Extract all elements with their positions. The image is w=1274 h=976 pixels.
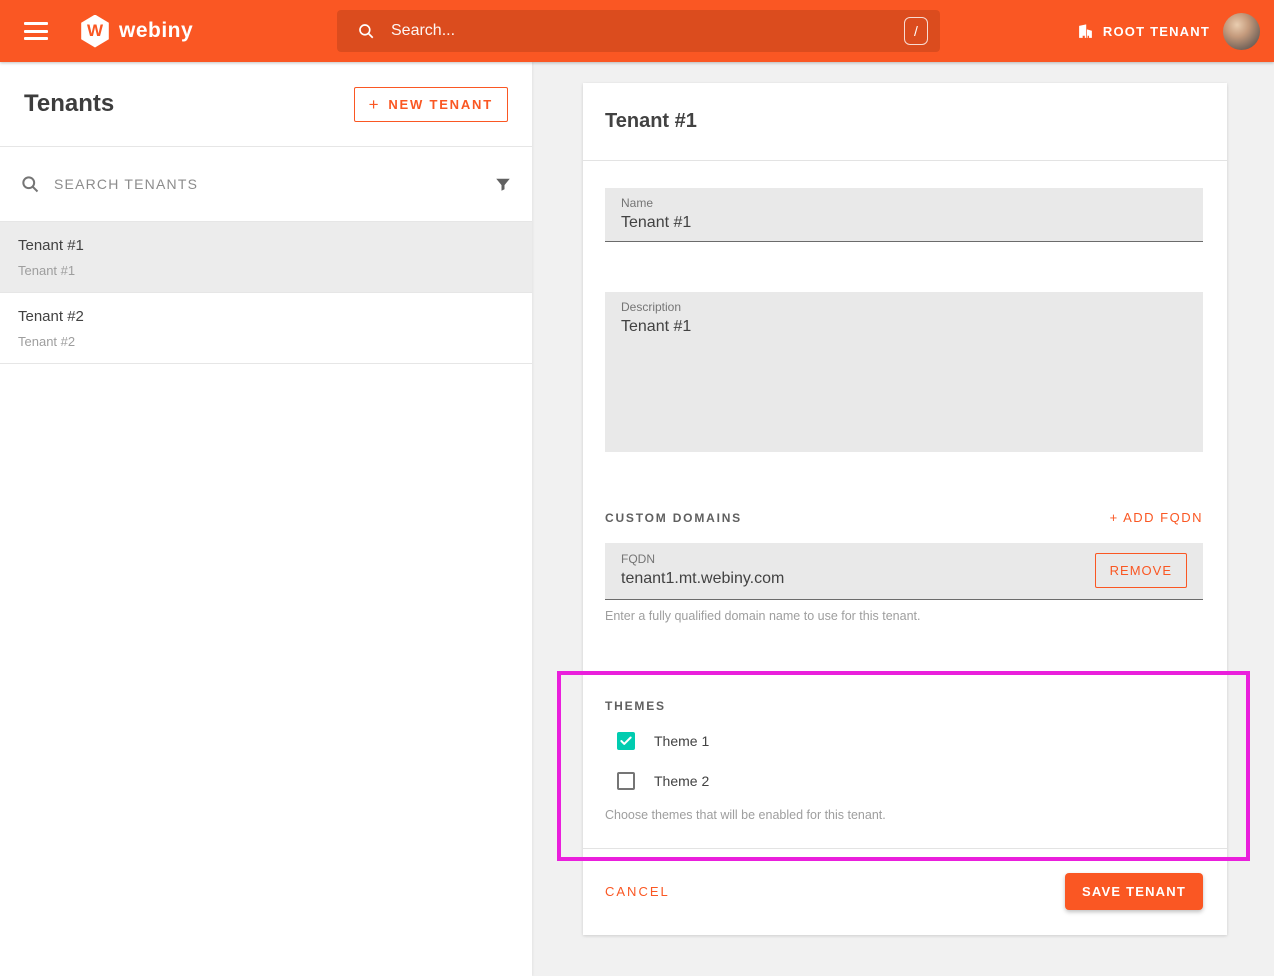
theme-2-checkbox-row[interactable]: Theme 2 [605, 772, 1203, 790]
top-app-bar: W webiny Search... / ROOT TENANT [0, 0, 1274, 62]
new-tenant-button[interactable]: + NEW TENANT [354, 87, 508, 122]
tenants-list-header: Tenants + NEW TENANT [0, 62, 532, 147]
checkbox-unchecked-icon[interactable] [617, 772, 635, 790]
tenant-item-title: Tenant #1 [18, 237, 532, 254]
remove-fqdn-button[interactable]: REMOVE [1095, 553, 1187, 588]
theme-1-label: Theme 1 [654, 733, 709, 749]
fqdn-field-value: tenant1.mt.webiny.com [621, 570, 1095, 588]
tenant-list-item-1[interactable]: Tenant #1 Tenant #1 [0, 222, 532, 293]
fqdn-field[interactable]: FQDN tenant1.mt.webiny.com REMOVE [605, 543, 1203, 600]
tenant-form-body: Name Tenant #1 Description Tenant #1 CUS… [583, 188, 1227, 933]
tenant-item-subtitle: Tenant #2 [18, 334, 532, 349]
webiny-logo[interactable]: W webiny [80, 15, 193, 48]
themes-helper-text: Choose themes that will be enabled for t… [605, 808, 1203, 822]
tenant-list-item-2[interactable]: Tenant #2 Tenant #2 [0, 293, 532, 364]
tenant-form-header: Tenant #1 [583, 83, 1227, 161]
tenant-search-input[interactable]: SEARCH TENANTS [54, 176, 494, 192]
plus-icon: + [369, 98, 381, 111]
filter-icon[interactable] [494, 175, 512, 193]
cancel-button[interactable]: CANCEL [605, 876, 670, 907]
theme-1-checkbox-row[interactable]: Theme 1 [605, 732, 1203, 750]
themes-section-title: THEMES [605, 699, 1203, 713]
description-field[interactable]: Description Tenant #1 [605, 292, 1203, 452]
checkbox-checked-icon[interactable] [617, 732, 635, 750]
save-tenant-button[interactable]: SAVE TENANT [1065, 873, 1203, 910]
tenants-list-panel: Tenants + NEW TENANT SEARCH TENANTS Tena… [0, 62, 532, 976]
webiny-hexagon-icon: W [80, 15, 110, 48]
theme-2-label: Theme 2 [654, 773, 709, 789]
fqdn-helper-text: Enter a fully qualified domain name to u… [605, 609, 1203, 623]
slash-shortcut-key: / [904, 17, 928, 45]
tenant-item-title: Tenant #2 [18, 308, 532, 325]
custom-domains-section-title: CUSTOM DOMAINS [605, 511, 742, 525]
search-icon [20, 174, 40, 194]
user-avatar[interactable] [1223, 13, 1260, 50]
root-tenant-label: ROOT TENANT [1103, 24, 1210, 39]
description-field-value: Tenant #1 [621, 318, 1187, 336]
tenant-details-card: Tenant #1 Name Tenant #1 Description Ten… [583, 83, 1227, 935]
name-field-label: Name [621, 196, 1187, 210]
fqdn-field-label: FQDN [621, 552, 1095, 566]
add-fqdn-button[interactable]: + ADD FQDN [1110, 510, 1203, 525]
tenant-form-title: Tenant #1 [605, 110, 697, 133]
tenant-item-subtitle: Tenant #1 [18, 263, 532, 278]
form-footer: CANCEL SAVE TENANT [605, 849, 1203, 933]
custom-domains-header-row: CUSTOM DOMAINS + ADD FQDN [605, 510, 1203, 525]
tenant-search-bar: SEARCH TENANTS [0, 147, 532, 222]
name-field-value: Tenant #1 [621, 214, 1187, 232]
description-field-label: Description [621, 300, 1187, 314]
root-tenant-selector[interactable]: ROOT TENANT [1077, 0, 1210, 62]
search-placeholder: Search... [391, 22, 904, 40]
brand-name: webiny [119, 19, 193, 43]
hamburger-menu-icon[interactable] [24, 22, 48, 40]
search-icon [357, 22, 375, 40]
global-search-input[interactable]: Search... / [337, 10, 940, 52]
building-icon [1077, 23, 1094, 40]
name-field[interactable]: Name Tenant #1 [605, 188, 1203, 242]
page-title: Tenants [24, 90, 114, 118]
